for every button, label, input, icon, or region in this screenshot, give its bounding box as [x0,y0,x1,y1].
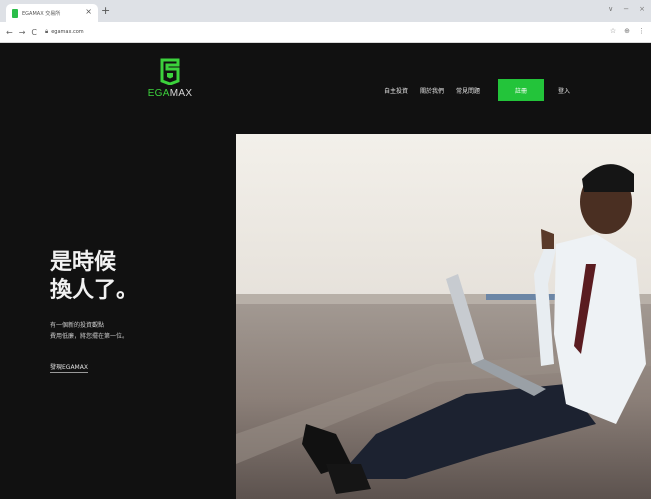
extension-icon[interactable]: ⊕ [624,27,630,35]
hero-headline: 是時候 換人了。 [50,250,139,303]
close-window-icon[interactable]: × [639,5,645,13]
toolbar-right-icons: ☆ ⊕ ⋮ [610,27,645,35]
website-page: EGAMAX 自主投資 關於我們 常見問題 註冊 登入 是時候 換人了。 有一個… [10,43,651,499]
browser-nav-buttons: ← → C [6,28,37,37]
window-controls: ∨ − × [608,5,645,13]
browser-toolbar: ← → C 🔒︎ egamax.com ☆ ⊕ ⋮ [0,22,651,43]
browser-tab-bar: EGAMAX 交易所 × + ∨ − × [0,0,651,22]
nav-link-about[interactable]: 關於我們 [420,86,444,95]
tab-close-icon[interactable]: × [85,7,92,17]
minimize-icon[interactable]: − [623,5,629,13]
bookmark-star-icon[interactable]: ☆ [610,27,616,35]
nav-link-faq[interactable]: 常見問題 [456,86,480,95]
site-logo[interactable]: EGAMAX [140,57,200,99]
tab-title: EGAMAX 交易所 [22,10,61,17]
back-icon[interactable]: ← [6,28,13,37]
login-link[interactable]: 登入 [558,86,570,95]
tab-search-icon[interactable]: ∨ [608,5,613,13]
nav-link-invest[interactable]: 自主投資 [384,86,408,95]
browser-tab[interactable]: EGAMAX 交易所 × [6,4,98,22]
favicon-icon [12,8,18,18]
new-tab-button[interactable]: + [101,5,110,17]
logo-text: EGAMAX [147,88,193,99]
discover-link[interactable]: 發現EGAMAX [50,362,88,373]
hero-photo [236,134,651,499]
main-nav: 自主投資 關於我們 常見問題 註冊 登入 [384,79,570,101]
register-button[interactable]: 註冊 [498,79,545,101]
lock-icon: 🔒︎ [45,28,49,35]
address-bar[interactable]: egamax.com [51,29,83,35]
hero-subtext: 有一個新的投資觀點 費用低廉，將您擺在第一位。 [50,322,129,340]
reload-icon[interactable]: C [31,28,37,37]
forward-icon[interactable]: → [19,28,26,37]
hero-photo-illustration [236,134,651,499]
menu-icon[interactable]: ⋮ [638,27,645,35]
logo-shield-icon [160,58,180,85]
